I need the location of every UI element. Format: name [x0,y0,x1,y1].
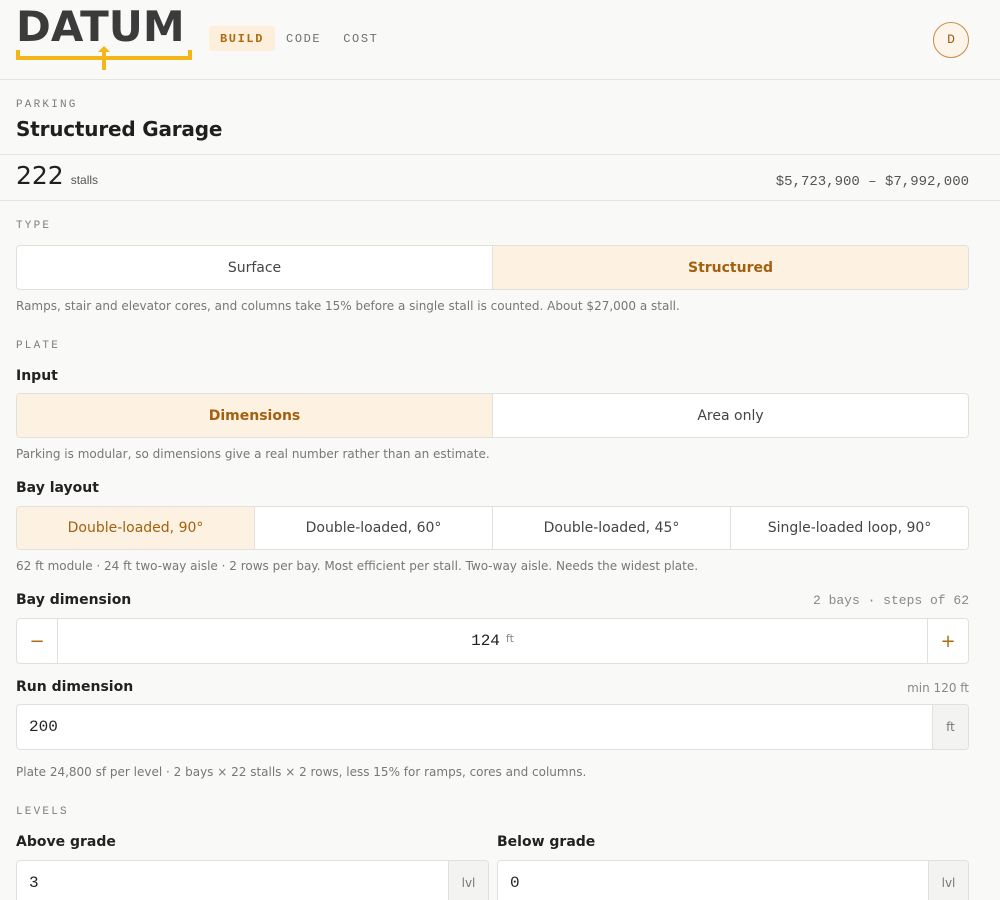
decrement-button[interactable]: − [17,619,58,663]
below-grade-label: Below grade [497,834,596,850]
section-levels-heading: LEVELS [16,806,69,818]
input-option-area-only[interactable]: Area only [493,394,968,437]
bay-dimension-display: 124 ft [58,619,927,663]
bay-layout-option-double-60[interactable]: Double-loaded, 60° [255,507,493,549]
input-help-text: Parking is modular, so dimensions give a… [16,447,490,461]
bay-layout-option-single-loop-90[interactable]: Single-loaded loop, 90° [731,507,968,549]
below-grade-input-group: lvl [497,860,969,900]
above-grade-input-group: lvl [16,860,489,900]
stall-count-unit: stalls [70,173,99,187]
input-option-dimensions[interactable]: Dimensions [17,394,493,437]
section-type-heading: TYPE [16,220,52,232]
input-mode-label: Input [16,368,58,384]
stall-count-value: 222 [16,161,64,190]
bay-layout-option-double-90[interactable]: Double-loaded, 90° [17,507,255,549]
bay-layout-option-double-45[interactable]: Double-loaded, 45° [493,507,731,549]
logo-bracket-icon [16,46,192,70]
increment-button[interactable]: + [927,619,968,663]
plate-help-text: Plate 24,800 sf per level · 2 bays × 22 … [16,765,587,779]
cost-range: $5,723,900 – $7,992,000 [775,174,969,190]
below-grade-input[interactable] [498,861,928,900]
section-plate-heading: PLATE [16,340,61,352]
run-dimension-label: Run dimension [16,679,134,695]
type-toggle: Surface Structured [16,245,969,290]
run-dimension-hint: min 120 ft [907,681,969,695]
type-option-surface[interactable]: Surface [17,246,493,289]
above-grade-label: Above grade [16,834,116,850]
bay-layout-label: Bay layout [16,480,99,496]
datum-logo[interactable]: DATUM [16,6,192,72]
stall-count: 222 stalls [16,161,98,190]
bay-dimension-label: Bay dimension [16,592,132,608]
below-grade-unit: lvl [928,861,968,900]
run-dimension-input-group: ft [16,704,969,750]
top-bar: DATUM BUILD CODE COST D [0,0,1000,80]
run-dimension-input[interactable] [17,705,932,749]
nav-tab-build[interactable]: BUILD [209,26,276,51]
main-nav: BUILD CODE COST [209,26,389,51]
input-mode-toggle: Dimensions Area only [16,393,969,438]
run-dimension-unit: ft [932,705,968,749]
bay-dimension-value: 124 [471,632,500,650]
logo-wordmark: DATUM [16,2,185,51]
above-grade-unit: lvl [448,861,488,900]
divider [0,200,1000,201]
type-help-text: Ramps, stair and elevator cores, and col… [16,299,680,313]
nav-tab-cost[interactable]: COST [332,26,389,51]
bay-dimension-hint: 2 bays · steps of 62 [812,593,969,608]
bay-layout-help-text: 62 ft module · 24 ft two-way aisle · 2 r… [16,559,699,573]
divider [0,154,1000,155]
above-grade-input[interactable] [17,861,448,900]
bay-dimension-stepper: − 124 ft + [16,618,969,664]
bay-layout-toggle: Double-loaded, 90° Double-loaded, 60° Do… [16,506,969,550]
page-eyebrow: PARKING [16,99,78,111]
page-title: Structured Garage [16,117,223,141]
type-option-structured[interactable]: Structured [493,246,968,289]
bay-dimension-unit: ft [505,631,514,645]
nav-tab-code[interactable]: CODE [275,26,332,51]
user-avatar[interactable]: D [933,22,969,58]
